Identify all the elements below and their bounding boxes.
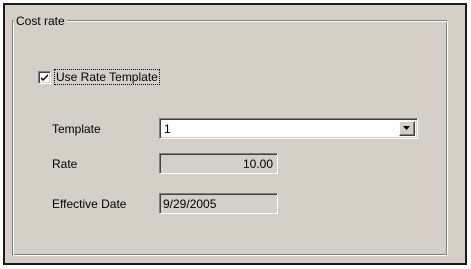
template-value: 1: [164, 122, 171, 136]
use-rate-template-checkbox[interactable]: [38, 70, 51, 84]
template-dropdown-button[interactable]: [399, 121, 415, 136]
template-dropdown[interactable]: 1: [159, 118, 418, 139]
template-label: Template: [52, 122, 101, 136]
cost-rate-group-title: Cost rate: [14, 14, 67, 28]
effective-date-field: 9/29/2005: [159, 193, 278, 214]
cost-rate-panel: Cost rate Use Rate Template Template 1 R…: [3, 3, 467, 265]
use-rate-template-label[interactable]: Use Rate Template: [54, 69, 160, 85]
use-rate-template-row[interactable]: Use Rate Template: [38, 69, 160, 85]
chevron-down-icon: [403, 126, 410, 130]
check-icon: [41, 73, 48, 81]
rate-field: 10.00: [159, 153, 278, 174]
rate-label: Rate: [52, 157, 78, 171]
effective-date-label: Effective Date: [52, 197, 127, 211]
